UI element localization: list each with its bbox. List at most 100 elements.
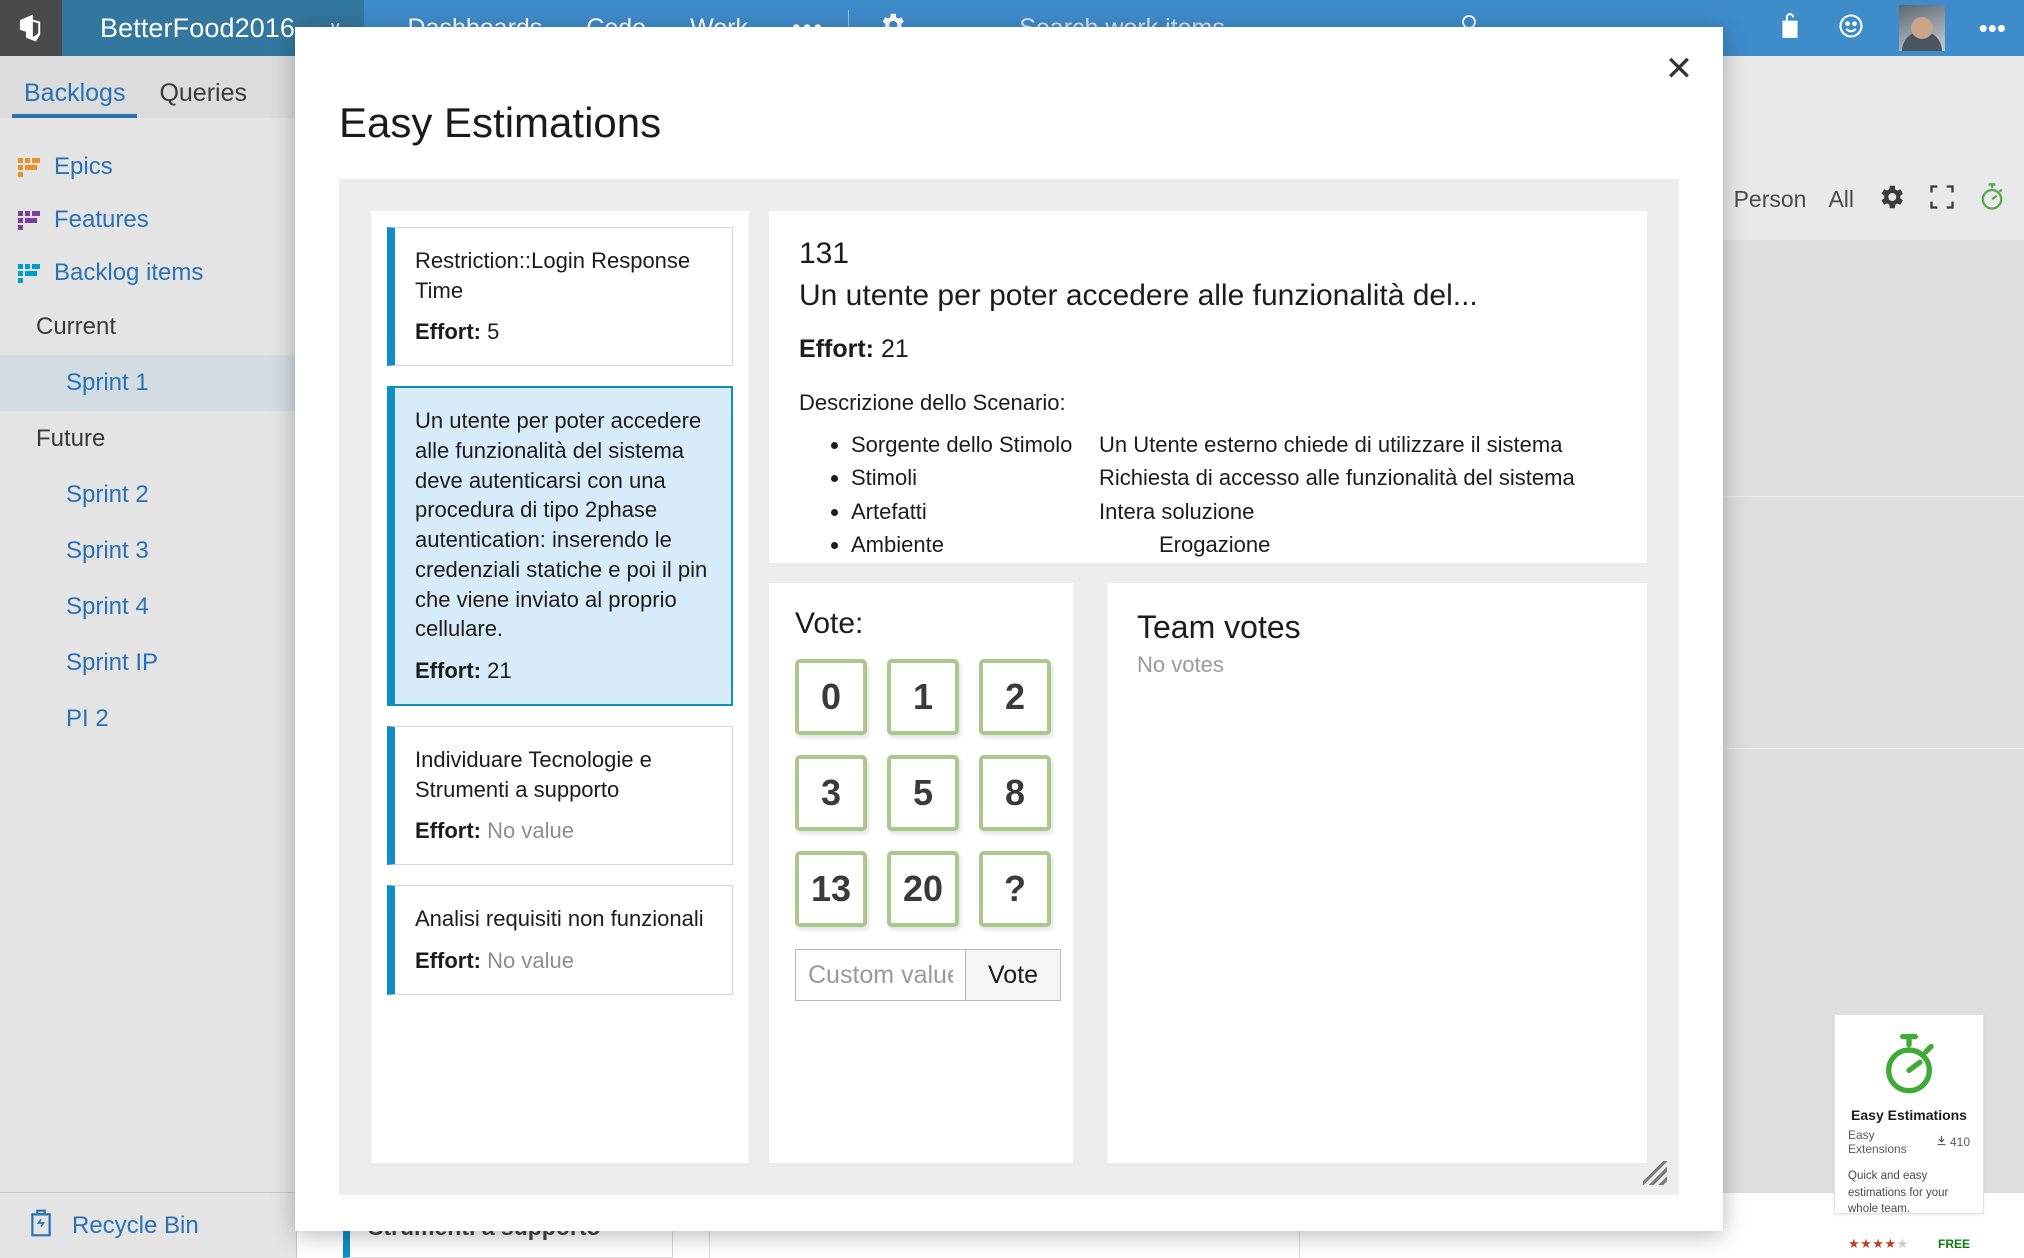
vote-panel: Vote: 0 1 2 3 5 8 13 20 ? Vote	[769, 583, 1073, 1163]
scenario-heading: Descrizione dello Scenario:	[799, 390, 1066, 415]
extension-description: Quick and easy estimations for your whol…	[1848, 1170, 1949, 1216]
close-icon[interactable]: ✕	[1653, 43, 1705, 95]
stopwatch-icon	[1848, 1031, 1970, 1097]
vote-button[interactable]: Vote	[965, 949, 1062, 1001]
vote-card-13[interactable]: 13	[795, 851, 867, 927]
tab-queries[interactable]: Queries	[147, 79, 259, 118]
resize-grip[interactable]	[1643, 1161, 1667, 1185]
effort-value: No value	[487, 947, 574, 973]
extension-downloads: 410	[1936, 1135, 1970, 1149]
extension-publisher: Easy Extensions	[1848, 1128, 1907, 1156]
work-item-effort: Effort: 5	[415, 319, 712, 345]
sprint-group-current: Current	[36, 313, 117, 340]
list-item: Stimoli Richiesta di accesso alle funzion…	[851, 461, 1617, 494]
sidebar-item-recycle-bin[interactable]: Recycle Bin	[0, 1192, 296, 1258]
effort-label: Effort:	[415, 319, 481, 345]
sidebar-item-label: Backlog items	[54, 258, 204, 286]
work-item-card[interactable]: Individuare Tecnologie e Strumenti a sup…	[387, 725, 733, 866]
work-item-effort: Effort: No value	[415, 948, 712, 974]
vote-card-question[interactable]: ?	[979, 851, 1051, 927]
vote-card-0[interactable]: 0	[795, 659, 867, 735]
sidebar-item-sprint-2[interactable]: Sprint 2	[0, 467, 296, 523]
scenario-value: Richiesta di accesso alle funzionalità d…	[1099, 465, 1575, 491]
work-item-card[interactable]: Restriction::Login Response Time Effort:…	[387, 227, 733, 367]
scenario-key: Stimoli	[851, 465, 918, 491]
effort-value: 5	[487, 319, 500, 345]
vote-card-2[interactable]: 2	[979, 659, 1051, 735]
sidebar-item-features[interactable]: Features	[0, 193, 296, 246]
tfs-logo-icon[interactable]	[0, 0, 62, 56]
backlog-levels: Epics Features Backlog items Current Spr…	[0, 118, 296, 747]
extension-footer: ★★★★★ FREE	[1848, 1236, 1970, 1252]
sidebar-item-label: Epics	[54, 152, 113, 180]
overflow-menu-icon[interactable]: •••	[1979, 15, 2006, 41]
dialog-title: Easy Estimations	[339, 99, 662, 146]
sidebar-item-sprint-4[interactable]: Sprint 4	[0, 579, 296, 635]
easy-estimations-dialog: ✕ Easy Estimations Restriction::Login Re…	[295, 27, 1723, 1231]
scenario-value: Un Utente esterno chiede di utilizzare i…	[1099, 432, 1563, 457]
download-count: 410	[1949, 1135, 1970, 1149]
vote-label: Vote:	[795, 607, 864, 640]
extension-price: FREE	[1937, 1237, 1970, 1252]
sidebar-item-sprint-ip[interactable]: Sprint IP	[0, 635, 296, 691]
avatar[interactable]	[1898, 5, 1945, 51]
team-votes-title: Team votes	[1137, 609, 1301, 645]
vote-card-8[interactable]: 8	[979, 755, 1051, 831]
filter-person-label[interactable]: Person	[1734, 186, 1807, 213]
tab-backlogs[interactable]: Backlogs	[12, 79, 138, 118]
scenario-value: Erogazione	[1159, 532, 1271, 558]
download-icon	[1936, 1135, 1947, 1149]
fullscreen-icon[interactable]	[1928, 183, 1956, 216]
extension-promo-card[interactable]: Easy Estimations Easy Extensions 410 Qui…	[1834, 1014, 1984, 1251]
stopwatch-icon[interactable]	[1978, 182, 2006, 217]
list-item: Ambiente Erogazione	[851, 528, 1617, 561]
work-item-card[interactable]: Analisi requisiti non funzionali Effort:…	[387, 885, 733, 995]
effort-value: No value	[487, 818, 574, 844]
work-item-list: Restriction::Login Response Time Effort:…	[371, 211, 749, 1163]
recycle-bin-icon	[26, 1207, 56, 1244]
backlog-tile-icon	[18, 263, 40, 283]
sidebar-tabs: Backlogs Queries	[0, 56, 296, 118]
sidebar-item-label: Features	[54, 205, 149, 233]
list-item: Artefatti Intera soluzione	[851, 495, 1617, 528]
work-item-title: Un utente per poter accedere alle funzio…	[415, 408, 708, 642]
sidebar-item-sprint-3[interactable]: Sprint 3	[0, 523, 296, 579]
filter-all-label[interactable]: All	[1828, 186, 1854, 213]
extension-meta: Easy Extensions 410	[1848, 1128, 1970, 1156]
work-item-name: Un utente per poter accedere alle funzio…	[799, 279, 1478, 312]
work-item-title: Analisi requisiti non funzionali	[415, 906, 704, 932]
backlog-tile-icon	[18, 210, 40, 230]
shopping-bag-icon[interactable]	[1777, 12, 1803, 44]
work-item-detail-panel: 131 Un utente per poter accedere alle fu…	[769, 211, 1647, 563]
detail-effort: Effort: 21	[799, 335, 1617, 364]
extension-name: Easy Estimations	[1851, 1107, 1967, 1123]
work-item-id: 131	[799, 237, 850, 270]
gear-icon[interactable]	[1876, 182, 1906, 217]
work-item-card-selected[interactable]: Un utente per poter accedere alle funzio…	[387, 386, 733, 706]
scenario-value: Intera soluzione	[1099, 498, 1255, 524]
effort-label: Effort:	[799, 335, 874, 363]
list-item: Sorgente dello Stimolo Un Utente esterno …	[851, 428, 1617, 461]
rating-stars: ★★★★★	[1848, 1236, 1909, 1252]
sidebar-item-sprint-1[interactable]: Sprint 1	[0, 355, 296, 411]
team-votes-empty: No votes	[1137, 652, 1224, 677]
scenario-key: Artefatti	[851, 498, 927, 524]
effort-label: Effort:	[415, 818, 481, 844]
sidebar-item-backlog-items[interactable]: Backlog items	[0, 246, 296, 299]
scenario-list: Sorgente dello Stimolo Un Utente esterno …	[799, 428, 1617, 563]
vote-actions: Vote	[795, 949, 1062, 1001]
vote-card-1[interactable]: 1	[887, 659, 959, 735]
vote-card-20[interactable]: 20	[887, 851, 959, 927]
effort-value: 21	[880, 335, 909, 363]
left-sidebar: Backlogs Queries Epics Features Backlog …	[0, 56, 297, 1258]
vote-card-5[interactable]: 5	[887, 755, 959, 831]
work-item-title: Individuare Tecnologie e Strumenti a sup…	[415, 746, 652, 802]
background-toolbar: Person All	[1734, 182, 2006, 217]
sidebar-item-epics[interactable]: Epics	[0, 140, 296, 193]
custom-value-input[interactable]	[795, 949, 965, 1001]
scenario-key: Risposta	[851, 562, 1099, 563]
vote-card-3[interactable]: 3	[795, 755, 867, 831]
sidebar-item-pi-2[interactable]: PI 2	[0, 691, 296, 747]
effort-label: Effort:	[415, 657, 481, 683]
smiley-face-icon[interactable]	[1837, 12, 1865, 44]
